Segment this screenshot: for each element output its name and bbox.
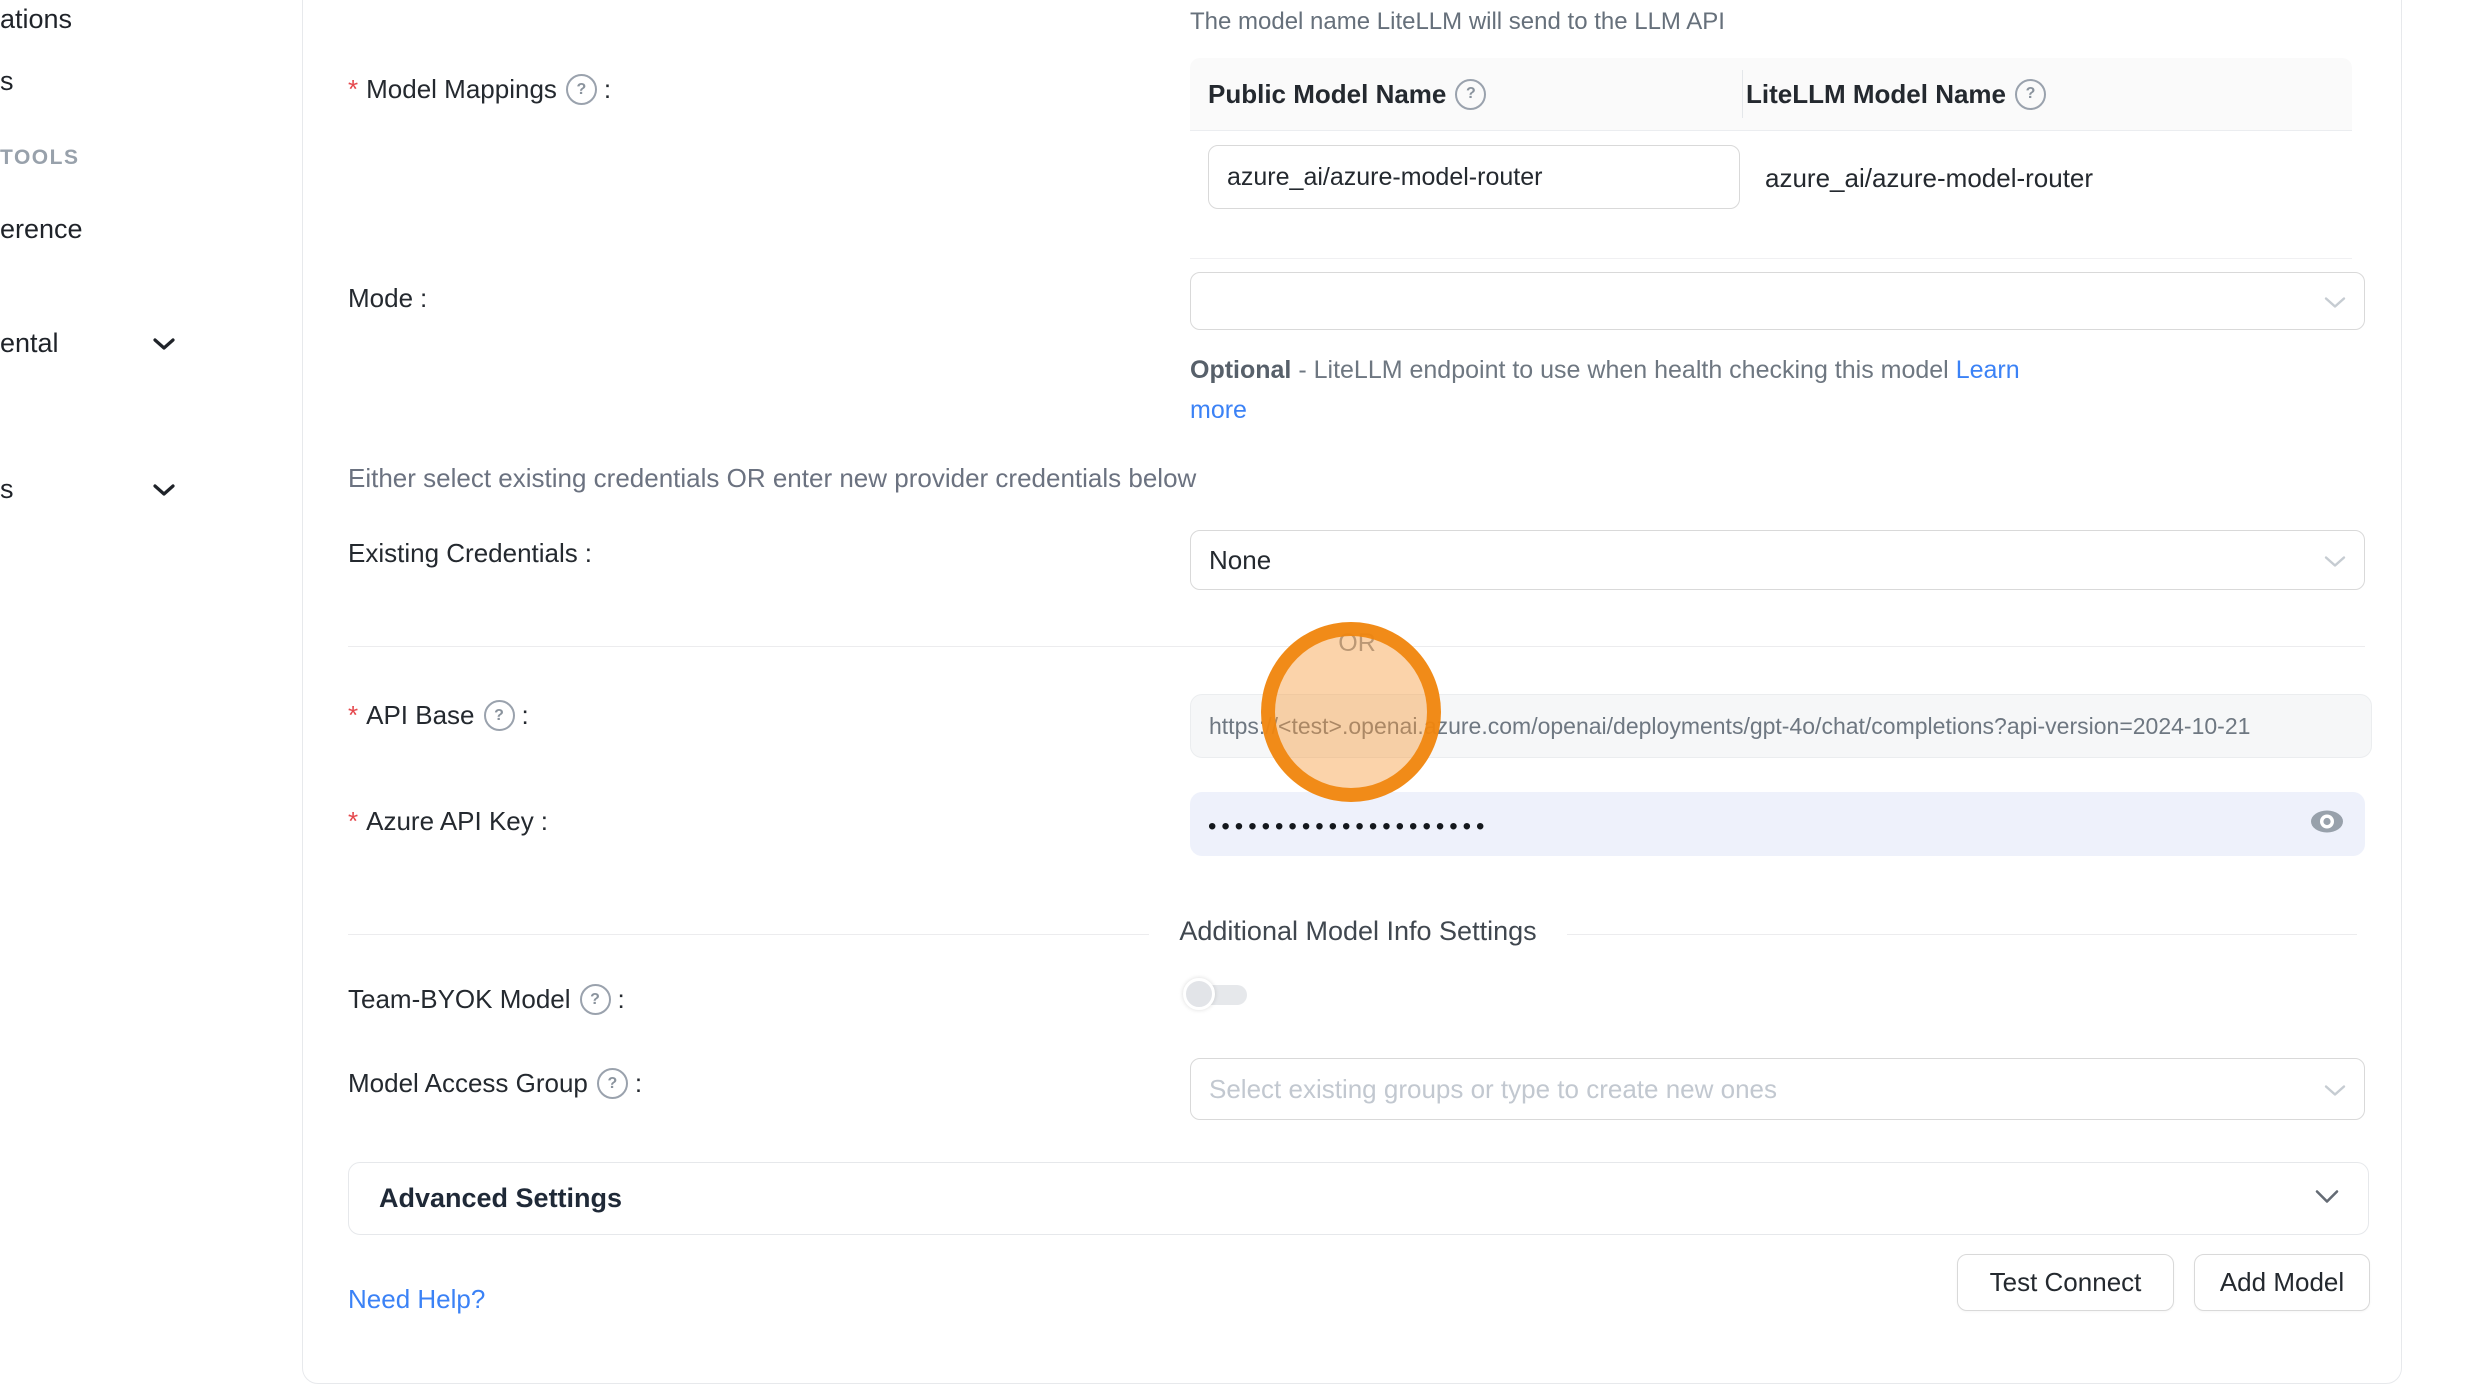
add-model-button[interactable]: Add Model	[2194, 1254, 2370, 1311]
sidebar-item-organizations[interactable]: ations	[0, 4, 72, 35]
label-colon: :	[635, 1068, 642, 1099]
team-byok-toggle[interactable]	[1183, 978, 1253, 1012]
sidebar-section-tools: TOOLS	[0, 146, 79, 170]
mode-label-text: Mode	[348, 283, 413, 314]
model-access-group-select[interactable]: Select existing groups or type to create…	[1190, 1058, 2365, 1120]
help-tooltip-icon[interactable]: ?	[1455, 79, 1486, 110]
required-asterisk: *	[348, 700, 358, 731]
or-divider-line-right	[1404, 646, 2365, 647]
mode-help-body: - LiteLLM endpoint to use when health ch…	[1291, 356, 1955, 384]
help-tooltip-icon[interactable]: ?	[580, 984, 611, 1015]
credentials-note: Either select existing credentials OR en…	[348, 463, 1196, 494]
info-section-divider-right	[1567, 934, 2357, 935]
help-tooltip-icon[interactable]: ?	[566, 74, 597, 105]
table-header-divider	[1742, 70, 1743, 118]
or-divider-line-left	[348, 646, 1310, 647]
chevron-down-icon[interactable]	[152, 482, 176, 503]
public-model-name-header-text: Public Model Name	[1208, 79, 1446, 110]
help-tooltip-icon[interactable]: ?	[597, 1068, 628, 1099]
model-mappings-label: * Model Mappings ? :	[348, 74, 611, 105]
chevron-down-icon[interactable]	[152, 336, 176, 357]
team-byok-label: Team-BYOK Model ? :	[348, 984, 625, 1015]
existing-credentials-select[interactable]: None	[1190, 530, 2365, 590]
add-model-page: ations s TOOLS erence ental s The model …	[0, 0, 2477, 1385]
help-tooltip-icon[interactable]: ?	[484, 700, 515, 731]
api-base-input[interactable]: https://<test>.openai.azure.com/openai/d…	[1190, 694, 2372, 758]
model-mappings-label-text: Model Mappings	[366, 74, 557, 105]
model-name-hint: The model name LiteLLM will send to the …	[1190, 8, 1725, 36]
mode-help-bold: Optional	[1190, 356, 1291, 384]
advanced-settings-label: Advanced Settings	[379, 1183, 622, 1214]
model-access-group-placeholder: Select existing groups or type to create…	[1209, 1074, 1777, 1105]
model-mappings-table-header: Public Model Name ? LiteLLM Model Name ?	[1190, 58, 2352, 131]
team-byok-label-text: Team-BYOK Model	[348, 984, 571, 1015]
azure-api-key-input[interactable]: •••••••••••••••••••••	[1190, 792, 2365, 856]
chevron-down-icon	[2324, 545, 2346, 576]
model-access-group-label-text: Model Access Group	[348, 1068, 588, 1099]
test-connect-button[interactable]: Test Connect	[1957, 1254, 2174, 1311]
chevron-down-icon	[2324, 286, 2346, 317]
column-header-litellm-model-name: LiteLLM Model Name ?	[1746, 79, 2046, 110]
label-colon: :	[522, 700, 529, 731]
table-row-divider	[1190, 258, 2352, 259]
sidebar-item-experimental[interactable]: ental	[0, 328, 59, 359]
azure-api-key-label: * Azure API Key :	[348, 806, 548, 837]
public-model-name-input[interactable]	[1208, 145, 1740, 209]
show-password-eye-icon[interactable]	[2309, 809, 2345, 840]
info-section-divider-left	[348, 934, 1149, 935]
azure-api-key-label-text: Azure API Key	[366, 806, 534, 837]
advanced-settings-panel[interactable]: Advanced Settings	[348, 1162, 2369, 1235]
sidebar-item-api-reference[interactable]: erence	[0, 214, 83, 245]
api-base-label: * API Base ? :	[348, 700, 529, 731]
existing-credentials-label: Existing Credentials :	[348, 538, 592, 569]
label-colon: :	[618, 984, 625, 1015]
masked-api-key-value: •••••••••••••••••••••	[1208, 813, 1489, 841]
chevron-down-icon	[2324, 1074, 2346, 1105]
label-colon: :	[541, 806, 548, 837]
toggle-knob	[1183, 978, 1215, 1010]
label-colon: :	[420, 283, 427, 314]
sidebar-item[interactable]: s	[0, 66, 14, 97]
sidebar-item-settings[interactable]: s	[0, 474, 14, 505]
model-access-group-label: Model Access Group ? :	[348, 1068, 642, 1099]
label-colon: :	[585, 538, 592, 569]
api-base-label-text: API Base	[366, 700, 474, 731]
chevron-down-icon	[2314, 1188, 2340, 1209]
or-divider-label: OR	[1338, 629, 1376, 658]
existing-credentials-value: None	[1209, 545, 1271, 576]
existing-credentials-label-text: Existing Credentials	[348, 538, 578, 569]
required-asterisk: *	[348, 74, 358, 105]
need-help-link[interactable]: Need Help?	[348, 1284, 485, 1315]
required-asterisk: *	[348, 806, 358, 837]
info-section-title: Additional Model Info Settings	[1179, 916, 1536, 947]
mode-label: Mode :	[348, 283, 427, 314]
mode-select[interactable]	[1190, 272, 2365, 330]
label-colon: :	[604, 74, 611, 105]
mode-help-text: Optional - LiteLLM endpoint to use when …	[1190, 350, 2050, 430]
litellm-model-name-header-text: LiteLLM Model Name	[1746, 79, 2006, 110]
litellm-model-name-value: azure_ai/azure-model-router	[1765, 163, 2093, 194]
help-tooltip-icon[interactable]: ?	[2015, 79, 2046, 110]
column-header-public-model-name: Public Model Name ?	[1208, 79, 1746, 110]
